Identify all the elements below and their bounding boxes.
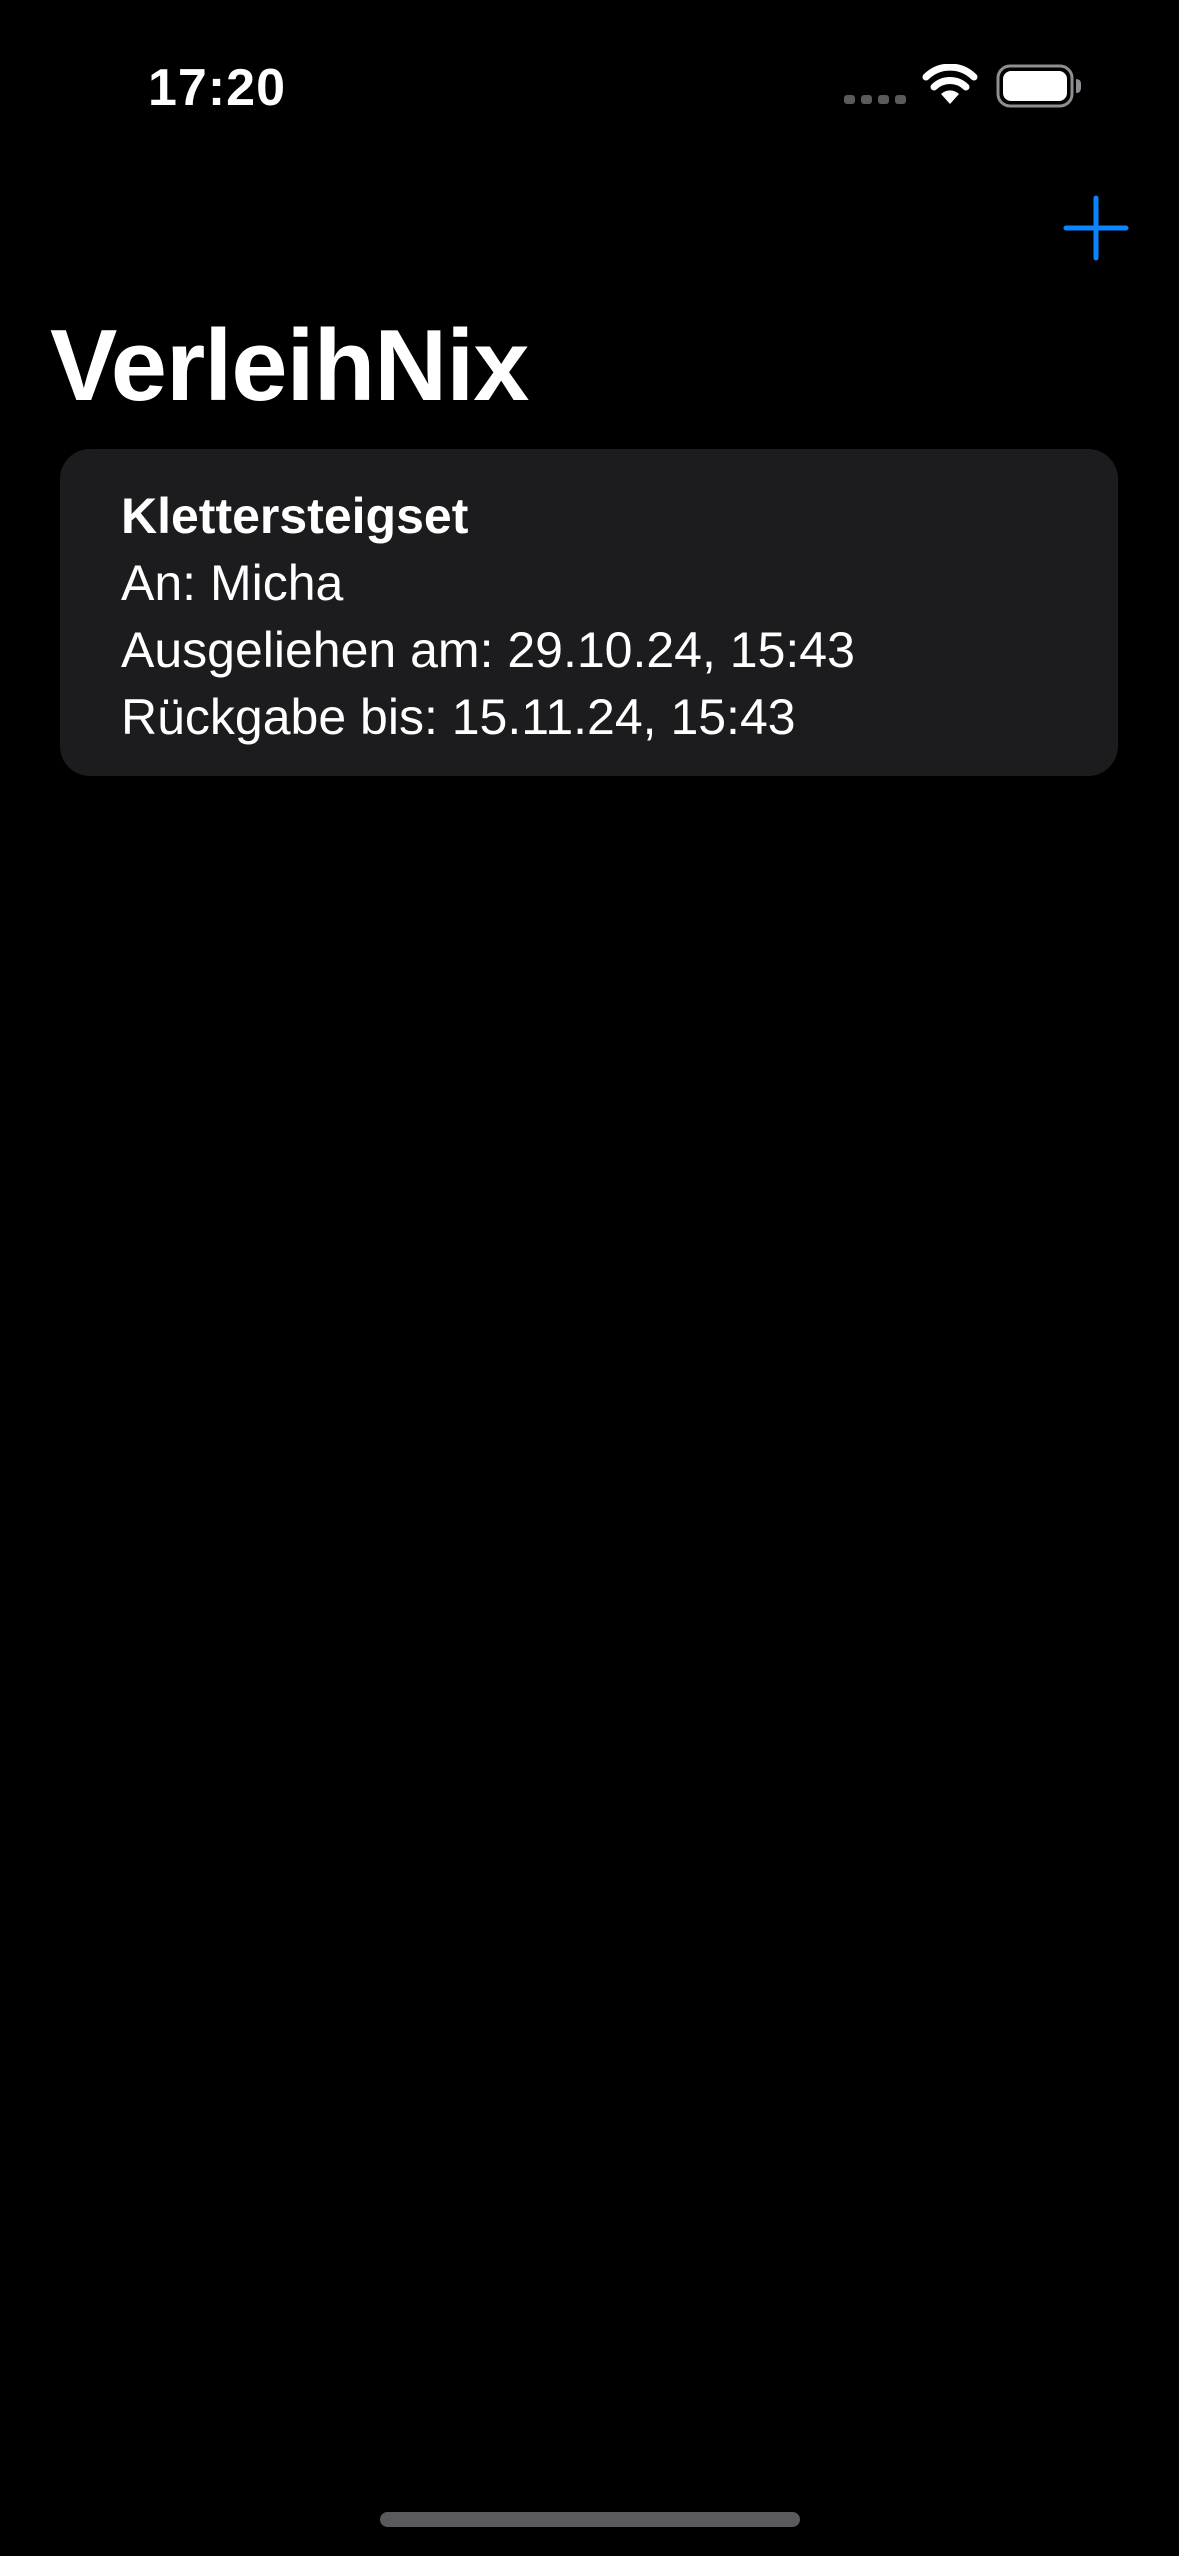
loan-item-name: Klettersteigset [121,488,469,544]
cellular-signal-icon [844,95,906,104]
page-title: VerleihNix [50,310,529,422]
status-time: 17:20 [148,59,286,117]
loan-borrower: An: Micha [121,555,344,611]
loan-list-item[interactable]: Klettersteigset An: Micha Ausgeliehen am… [60,449,1118,776]
battery-icon [996,64,1081,108]
status-bar: 17:20 [0,0,1179,160]
add-button[interactable] [1062,194,1130,262]
loan-date: Ausgeliehen am: 29.10.24, 15:43 [121,622,855,678]
home-indicator[interactable] [380,2512,800,2527]
wifi-icon [922,64,978,104]
return-date: Rückgabe bis: 15.11.24, 15:43 [121,689,796,745]
plus-icon [1063,195,1129,261]
